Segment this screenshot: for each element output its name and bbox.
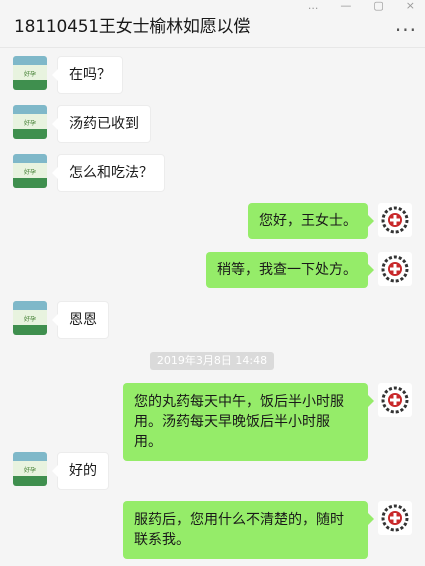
message-bubble[interactable]: 在吗？ xyxy=(52,56,123,94)
svg-text:好孕: 好孕 xyxy=(24,168,36,176)
self-avatar[interactable] xyxy=(378,501,412,535)
chat-header: 18110451王女士榆林如愿以偿 ... — ▢ × ... xyxy=(0,0,425,48)
self-avatar[interactable] xyxy=(378,383,412,417)
message-bubble[interactable]: 汤药已收到 xyxy=(52,105,151,143)
message-bubble[interactable]: 怎么和吃法？ xyxy=(52,154,165,192)
self-avatar[interactable] xyxy=(378,203,412,237)
contact-avatar[interactable]: 好孕 xyxy=(13,56,47,90)
message-bubble[interactable]: 恩恩 xyxy=(52,301,109,339)
contact-avatar[interactable]: 好孕 xyxy=(13,301,47,335)
chat-more-button[interactable]: ... xyxy=(395,12,417,36)
message-bubble[interactable]: 稍等，我查一下处方。 xyxy=(206,252,374,288)
message-list[interactable]: 好孕 在吗？ 好孕 汤药已收到 好孕 怎么和吃法？ 您好，王女士。 稍等，我查一… xyxy=(0,48,425,566)
contact-avatar[interactable]: 好孕 xyxy=(13,154,47,188)
message-timestamp: 2019年3月8日 14:48 xyxy=(150,352,274,370)
more-options-icon[interactable]: ... xyxy=(308,0,319,14)
message-bubble[interactable]: 好的 xyxy=(52,452,109,490)
contact-avatar[interactable]: 好孕 xyxy=(13,105,47,139)
message-bubble[interactable]: 您好，王女士。 xyxy=(248,203,374,239)
message-bubble[interactable]: 服药后，您用什么不清楚的，随时联系我。 xyxy=(123,501,374,559)
contact-avatar[interactable]: 好孕 xyxy=(13,452,47,486)
minimize-icon[interactable]: — xyxy=(340,0,351,14)
self-avatar[interactable] xyxy=(378,252,412,286)
message-bubble[interactable]: 您的丸药每天中午，饭后半小时服用。汤药每天早晚饭后半小时服用。 xyxy=(123,383,374,461)
maximize-icon[interactable]: ▢ xyxy=(373,0,383,14)
svg-text:好孕: 好孕 xyxy=(24,119,36,127)
svg-text:好孕: 好孕 xyxy=(24,315,36,323)
svg-text:好孕: 好孕 xyxy=(24,466,36,474)
chat-title[interactable]: 18110451王女士榆林如愿以偿 xyxy=(14,12,250,37)
svg-text:好孕: 好孕 xyxy=(24,70,36,78)
